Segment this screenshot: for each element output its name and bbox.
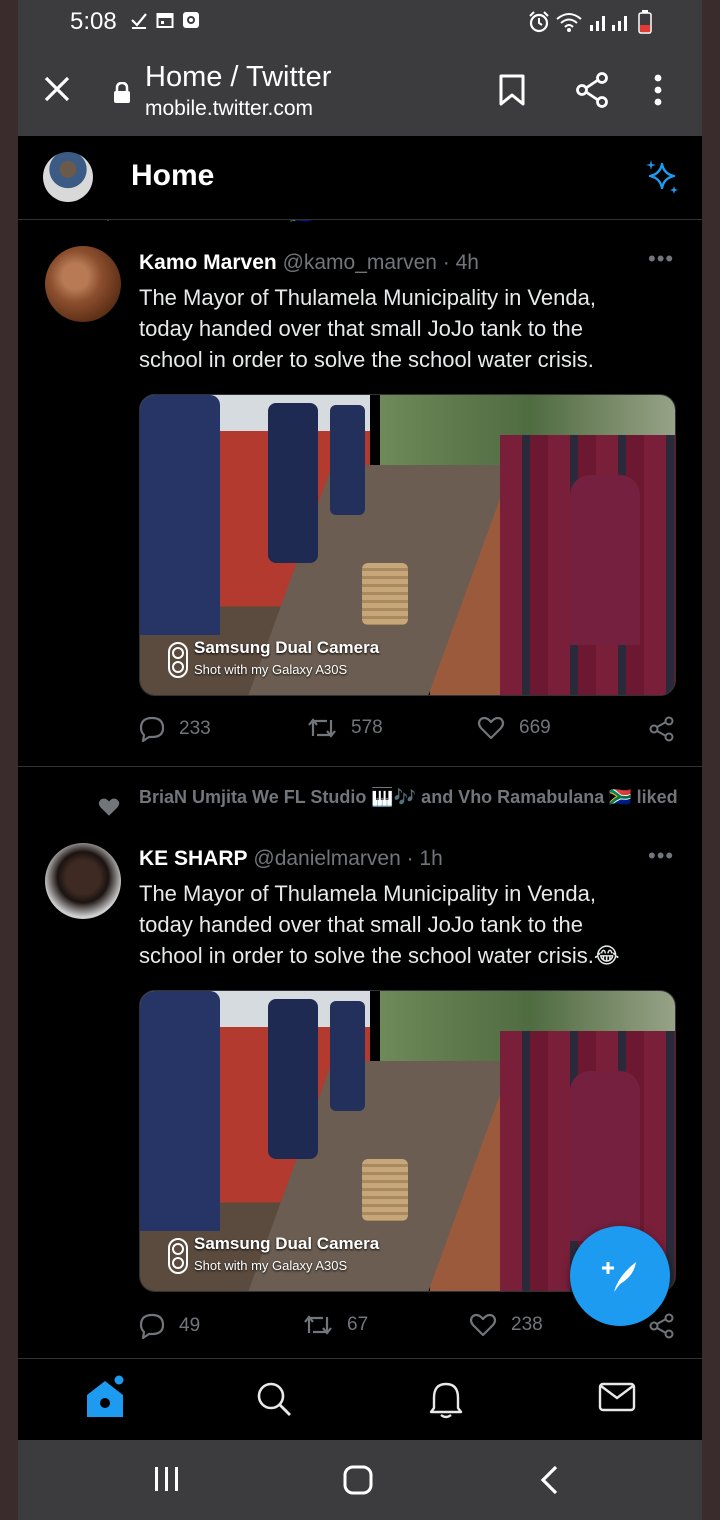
author-name[interactable]: KE SHARP xyxy=(139,847,248,870)
media-student xyxy=(570,1071,640,1241)
battery-icon xyxy=(638,10,652,34)
compose-tweet-button[interactable] xyxy=(570,1226,670,1326)
media-student xyxy=(570,475,640,645)
media-tank xyxy=(362,563,408,625)
bottom-tab-bar xyxy=(18,1358,702,1440)
retweet-icon xyxy=(304,1315,332,1335)
tweet-share-button[interactable] xyxy=(649,1313,675,1339)
search-icon[interactable] xyxy=(256,1381,292,1417)
media-person xyxy=(330,405,365,515)
like-icon xyxy=(469,1313,497,1337)
author-handle[interactable]: @danielmarven xyxy=(253,847,400,870)
compose-icon xyxy=(602,1262,636,1292)
like-icon xyxy=(477,716,505,740)
author-name[interactable]: Kamo Marven xyxy=(139,251,277,274)
avatar[interactable] xyxy=(45,843,121,919)
retweet-button[interactable]: 578 xyxy=(307,716,383,740)
close-icon[interactable] xyxy=(44,76,70,102)
dual-camera-icon xyxy=(168,642,188,678)
tweet-share-icon xyxy=(649,716,674,742)
retweet-count: 67 xyxy=(347,1314,369,1335)
watermark-title: Samsung Dual Camera xyxy=(194,638,380,657)
tweet-more-icon[interactable]: ••• xyxy=(648,843,674,869)
signal-icon xyxy=(590,16,627,31)
reply-button[interactable]: 233 xyxy=(139,716,211,742)
media-person xyxy=(268,403,318,563)
tweet-share-icon xyxy=(649,1313,674,1339)
page-title: Home xyxy=(131,159,215,192)
browser-url[interactable]: mobile.twitter.com xyxy=(145,97,313,121)
watermark-subtitle: Shot with my Galaxy A30S xyxy=(194,1258,348,1273)
watermark-title: Samsung Dual Camera xyxy=(194,1234,380,1253)
tweet-text: The Mayor of Thulamela Municipality in V… xyxy=(139,285,596,372)
reply-button[interactable]: 49 xyxy=(139,1313,200,1339)
tweet-time[interactable]: · 1h xyxy=(407,847,443,870)
status-right-icons xyxy=(528,10,652,34)
tweet-share-button[interactable] xyxy=(649,716,675,742)
retweet-button[interactable]: 67 xyxy=(303,1313,368,1337)
media-person xyxy=(330,1001,365,1111)
recents-icon[interactable] xyxy=(152,1464,182,1494)
more-icon[interactable] xyxy=(653,74,663,106)
reply-icon xyxy=(139,716,165,742)
lock-icon xyxy=(114,82,130,103)
tweet-media[interactable]: Samsung Dual Camera Shot with my Galaxy … xyxy=(139,394,676,696)
reply-count: 49 xyxy=(179,1315,201,1336)
status-time: 5:08 xyxy=(70,8,117,35)
notifications-icon[interactable] xyxy=(428,1381,464,1419)
like-button[interactable]: 238 xyxy=(469,1313,543,1337)
back-icon[interactable] xyxy=(538,1464,562,1496)
browser-page-title: Home / Twitter xyxy=(145,61,332,93)
like-count: 238 xyxy=(511,1314,543,1335)
calendar-icon xyxy=(156,13,174,28)
tweet-header: Kamo Marven @kamo_marven · 4h xyxy=(139,251,479,275)
system-navigation-bar xyxy=(18,1440,702,1520)
media-person xyxy=(140,395,220,635)
status-left-icons xyxy=(130,11,200,29)
author-handle[interactable]: @kamo_marven xyxy=(283,251,437,274)
media-tank xyxy=(362,1159,408,1221)
timeline-header: Home xyxy=(18,136,702,220)
tweet-actions: 233 578 669 xyxy=(139,716,679,746)
home-icon[interactable] xyxy=(84,1375,126,1419)
like-button[interactable]: 669 xyxy=(477,716,551,740)
tweet-header: KE SHARP @danielmarven · 1h xyxy=(139,847,443,871)
like-count: 669 xyxy=(519,717,551,738)
tweet-divider xyxy=(18,766,702,767)
check-icon xyxy=(131,13,147,29)
wifi-icon xyxy=(556,13,582,32)
bookmark-icon[interactable] xyxy=(498,74,526,106)
reply-icon xyxy=(139,1313,165,1339)
record-icon xyxy=(183,12,199,28)
media-person xyxy=(268,999,318,1159)
tweet-text: The Mayor of Thulamela Municipality in V… xyxy=(139,881,620,968)
avatar[interactable] xyxy=(45,246,121,322)
social-context-text[interactable]: BriaN Umjita We FL Studio 🎹🎶 and Vho Ram… xyxy=(139,785,679,810)
twitter-app: Home Vho Ramabulana 🇿🇦 and 2 others like… xyxy=(18,136,702,1440)
watermark-subtitle: Shot with my Galaxy A30S xyxy=(194,662,348,677)
messages-icon[interactable] xyxy=(598,1381,636,1413)
alarm-icon xyxy=(529,11,549,33)
dual-camera-icon xyxy=(168,1238,188,1274)
share-icon[interactable] xyxy=(575,72,609,108)
status-bar: 5:08 xyxy=(18,0,702,44)
reply-count: 233 xyxy=(179,718,211,739)
tweet-time[interactable]: · 4h xyxy=(443,251,479,274)
browser-toolbar: Home / Twitter mobile.twitter.com xyxy=(18,44,702,136)
profile-avatar[interactable] xyxy=(43,152,93,202)
tweet-more-icon[interactable]: ••• xyxy=(648,246,674,272)
home-nav-icon[interactable] xyxy=(342,1464,374,1496)
media-person xyxy=(140,991,220,1231)
phone-frame: 5:08 Home / Twitter mobile.twitter.com H… xyxy=(18,0,702,1520)
retweet-count: 578 xyxy=(351,717,383,738)
retweet-icon xyxy=(308,718,336,738)
sparkle-icon[interactable] xyxy=(644,158,680,194)
liked-heart-icon xyxy=(98,798,120,816)
